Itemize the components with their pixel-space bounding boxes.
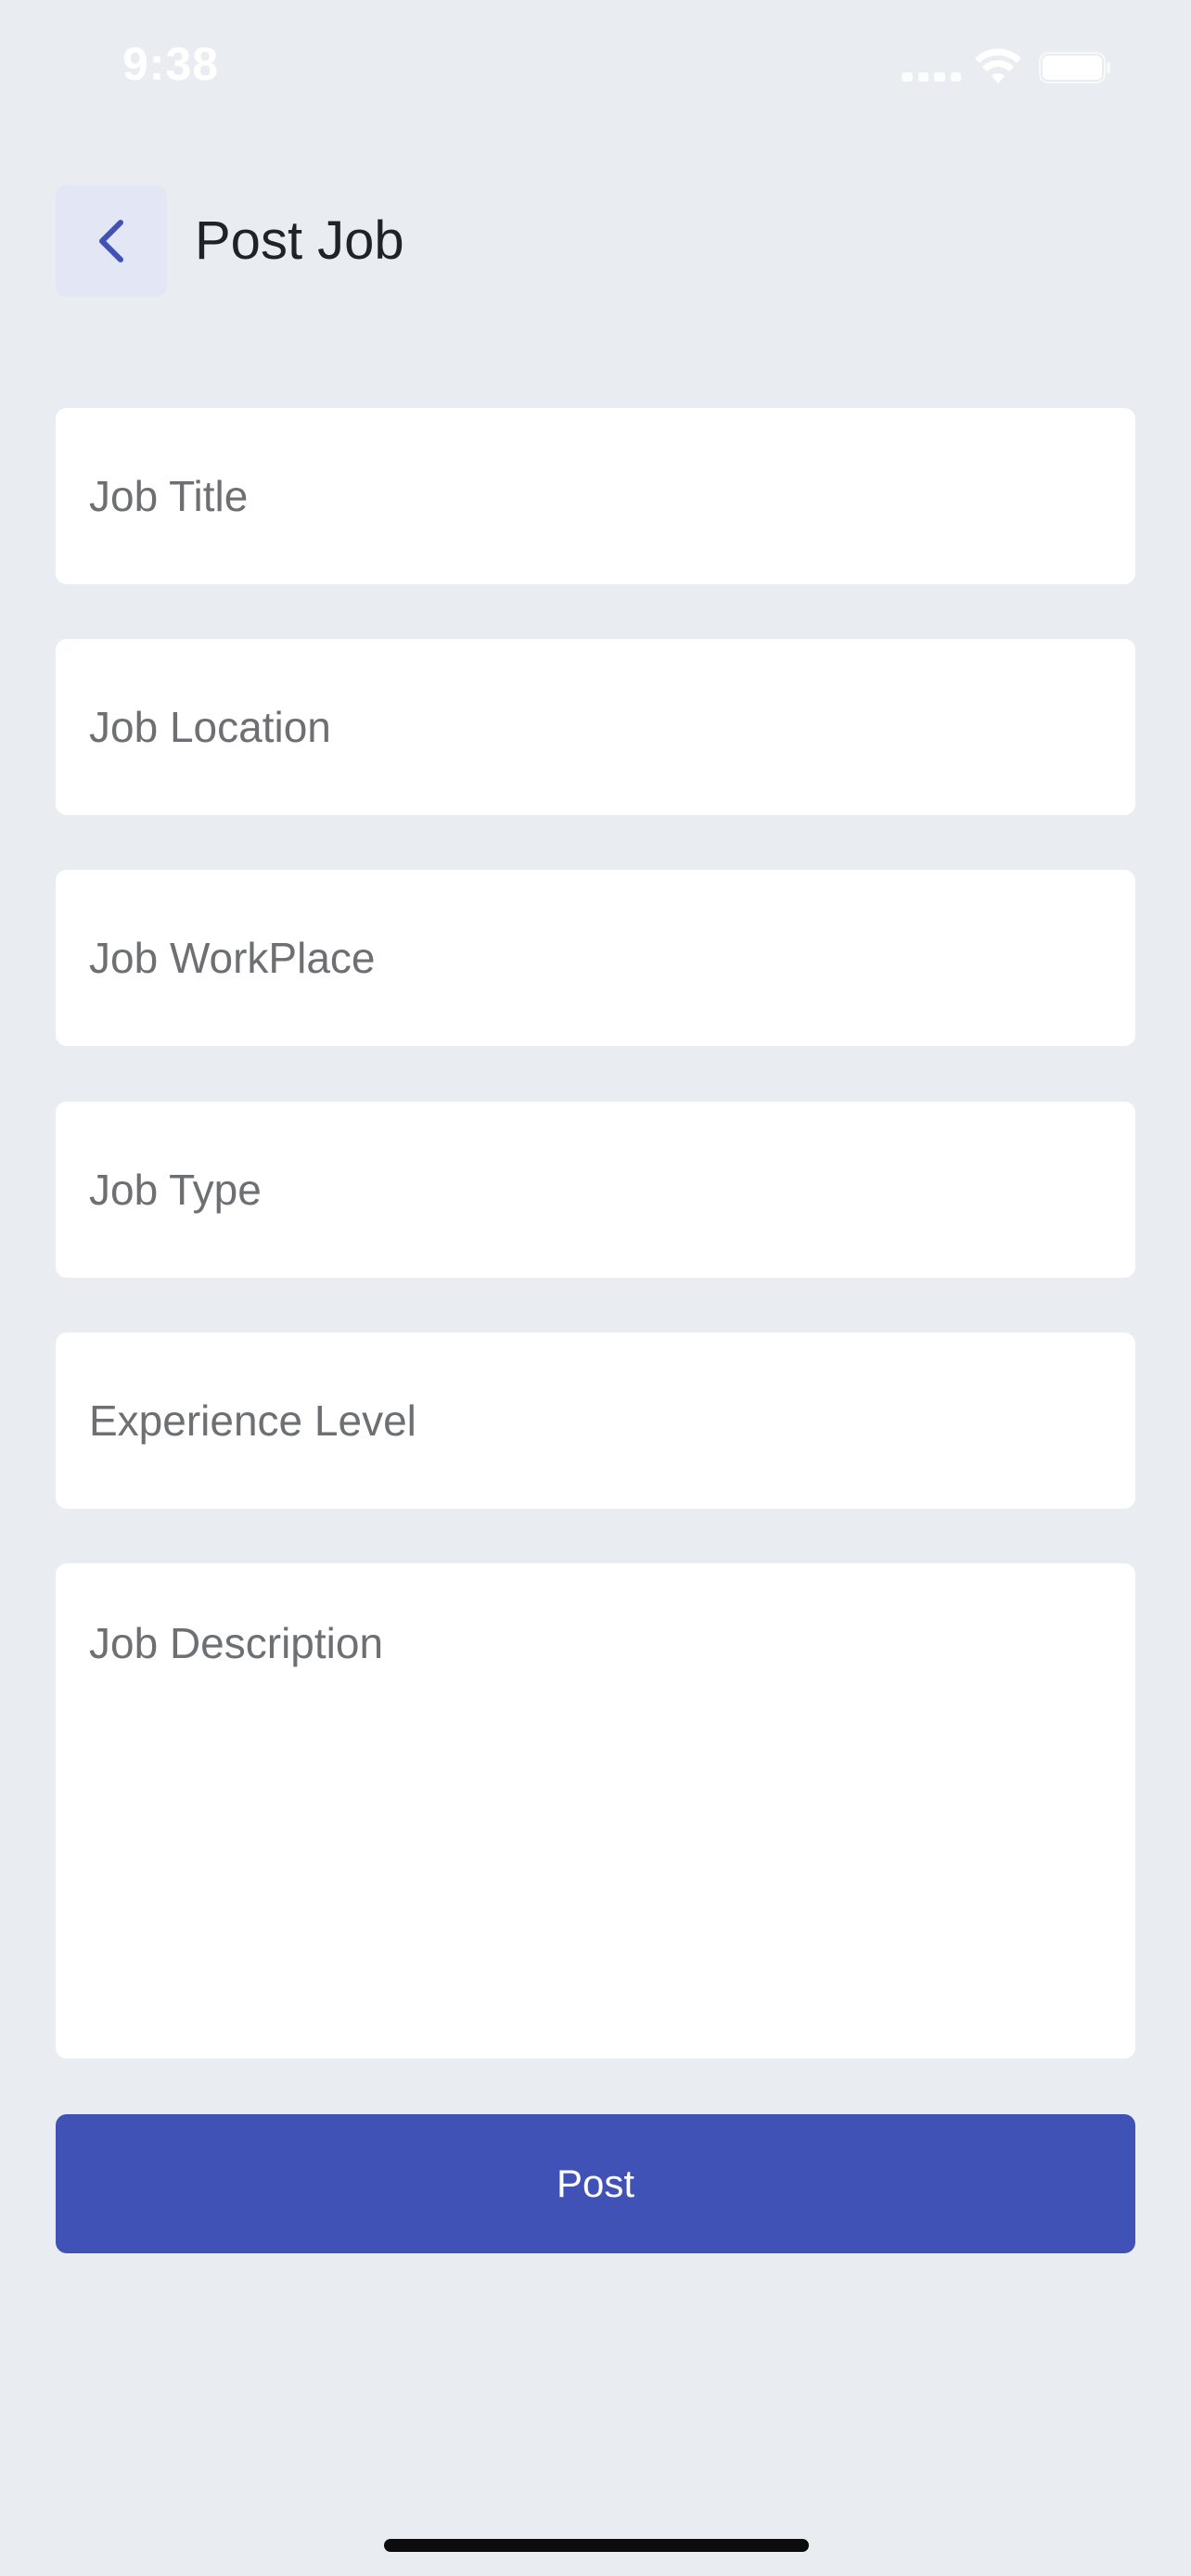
job-title-input[interactable]	[89, 471, 1102, 521]
battery-icon	[1039, 52, 1110, 83]
post-button[interactable]: Post	[56, 2114, 1135, 2253]
wifi-icon	[975, 48, 1021, 83]
status-bar: 9:38	[0, 0, 1191, 130]
page-title: Post Job	[195, 210, 404, 271]
cellular-signal-icon	[902, 72, 961, 82]
job-description-field[interactable]	[56, 1563, 1135, 2059]
chevron-left-icon	[99, 220, 123, 262]
home-indicator	[384, 2539, 809, 2552]
job-workplace-field[interactable]	[56, 870, 1135, 1046]
job-location-field[interactable]	[56, 639, 1135, 815]
job-workplace-input[interactable]	[89, 933, 1102, 983]
header: Post Job	[0, 185, 1191, 299]
job-type-field[interactable]	[56, 1102, 1135, 1278]
job-type-input[interactable]	[89, 1165, 1102, 1215]
experience-level-input[interactable]	[89, 1396, 1102, 1446]
back-button[interactable]	[56, 185, 167, 297]
job-location-input[interactable]	[89, 702, 1102, 752]
status-time: 9:38	[122, 38, 220, 90]
job-title-field[interactable]	[56, 408, 1135, 584]
experience-level-field[interactable]	[56, 1333, 1135, 1509]
job-description-textarea[interactable]	[89, 1617, 1102, 2025]
